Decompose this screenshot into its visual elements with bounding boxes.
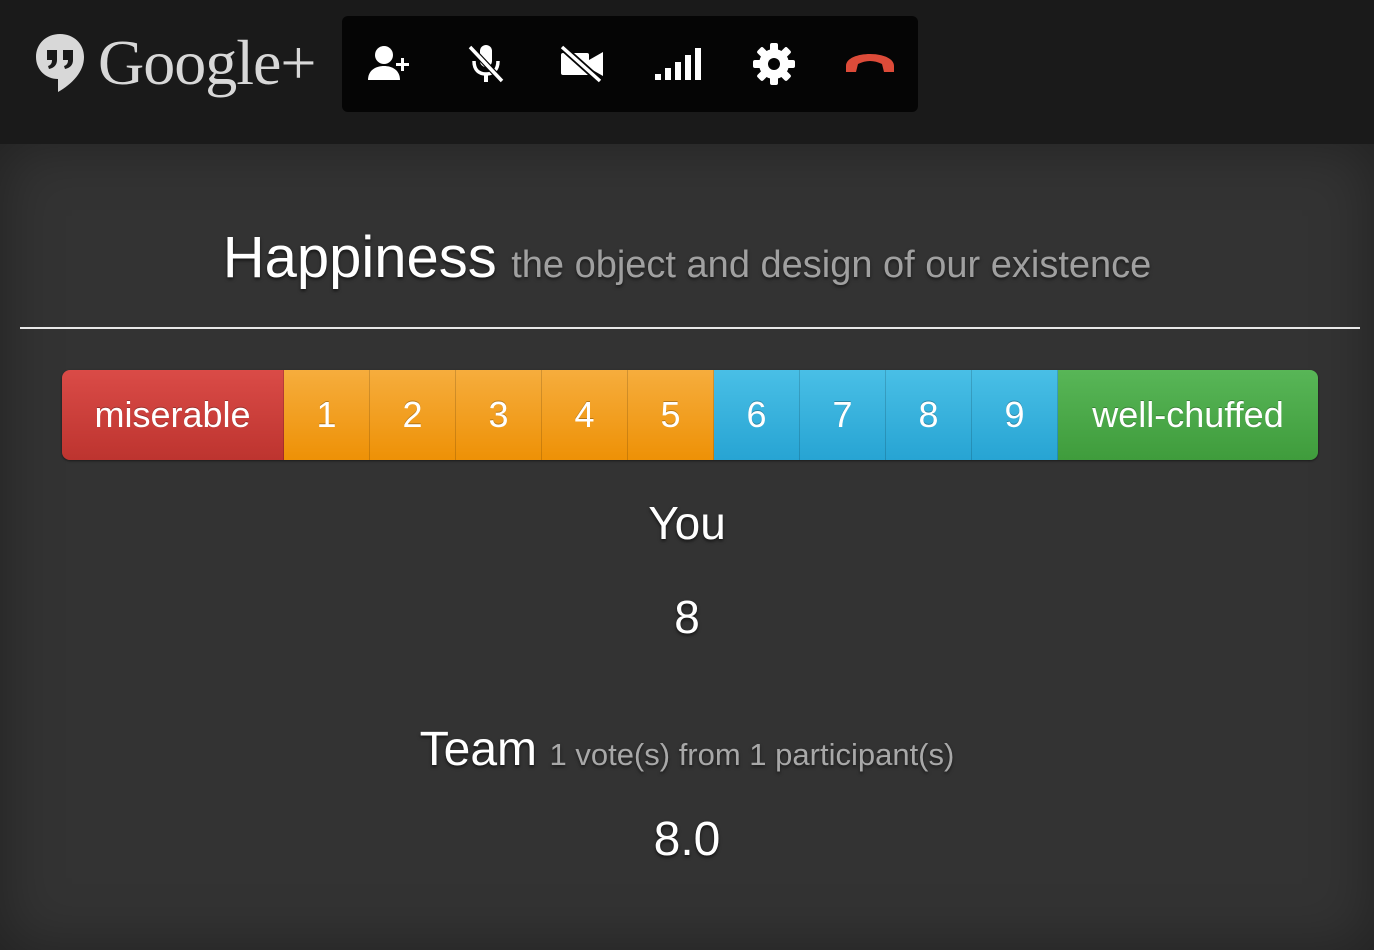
vote-miserable-button[interactable]: miserable xyxy=(62,370,284,460)
vote-5-button[interactable]: 5 xyxy=(628,370,714,460)
hangout-toolbar-bar: Google+ xyxy=(0,0,1374,144)
your-score-value: 8 xyxy=(674,591,700,643)
happiness-app: Happiness the object and design of our e… xyxy=(0,144,1374,950)
team-vote-count: 1 vote(s) from 1 participant(s) xyxy=(549,737,955,772)
vote-7-button[interactable]: 7 xyxy=(800,370,886,460)
invite-people-button[interactable] xyxy=(342,16,438,112)
gear-icon xyxy=(753,43,795,85)
your-score-label: You xyxy=(648,497,726,549)
page-subtitle: the object and design of our existence xyxy=(511,244,1152,286)
vote-8-button[interactable]: 8 xyxy=(886,370,972,460)
page-heading: Happiness the object and design of our e… xyxy=(0,224,1374,291)
hang-up-button[interactable] xyxy=(822,16,918,112)
mute-microphone-button[interactable] xyxy=(438,16,534,112)
divider xyxy=(20,327,1360,329)
camera-off-icon xyxy=(559,45,603,83)
page-title: Happiness xyxy=(222,225,497,290)
happiness-scale: miserable 1 2 3 4 5 6 7 8 9 well-chuffed xyxy=(62,370,1318,460)
vote-2-button[interactable]: 2 xyxy=(370,370,456,460)
team-score-heading: Team 1 vote(s) from 1 participant(s) xyxy=(0,722,1374,777)
brand-name: Google+ xyxy=(98,27,316,98)
vote-3-button[interactable]: 3 xyxy=(456,370,542,460)
google-plus-logo: Google+ xyxy=(34,28,316,98)
vote-9-button[interactable]: 9 xyxy=(972,370,1058,460)
vote-4-button[interactable]: 4 xyxy=(542,370,628,460)
vote-6-button[interactable]: 6 xyxy=(714,370,800,460)
hang-up-icon xyxy=(846,54,894,72)
signal-bars-icon xyxy=(655,48,701,80)
vote-1-button[interactable]: 1 xyxy=(284,370,370,460)
vote-well-chuffed-button[interactable]: well-chuffed xyxy=(1058,370,1318,460)
team-score-value: 8.0 xyxy=(653,813,721,866)
settings-button[interactable] xyxy=(726,16,822,112)
team-score-label: Team xyxy=(419,723,538,776)
call-controls xyxy=(342,16,918,112)
bandwidth-button[interactable] xyxy=(630,16,726,112)
camera-toggle-button[interactable] xyxy=(534,16,630,112)
mic-muted-icon xyxy=(467,44,505,84)
hangouts-quote-icon xyxy=(36,34,84,92)
invite-person-icon xyxy=(368,46,409,80)
